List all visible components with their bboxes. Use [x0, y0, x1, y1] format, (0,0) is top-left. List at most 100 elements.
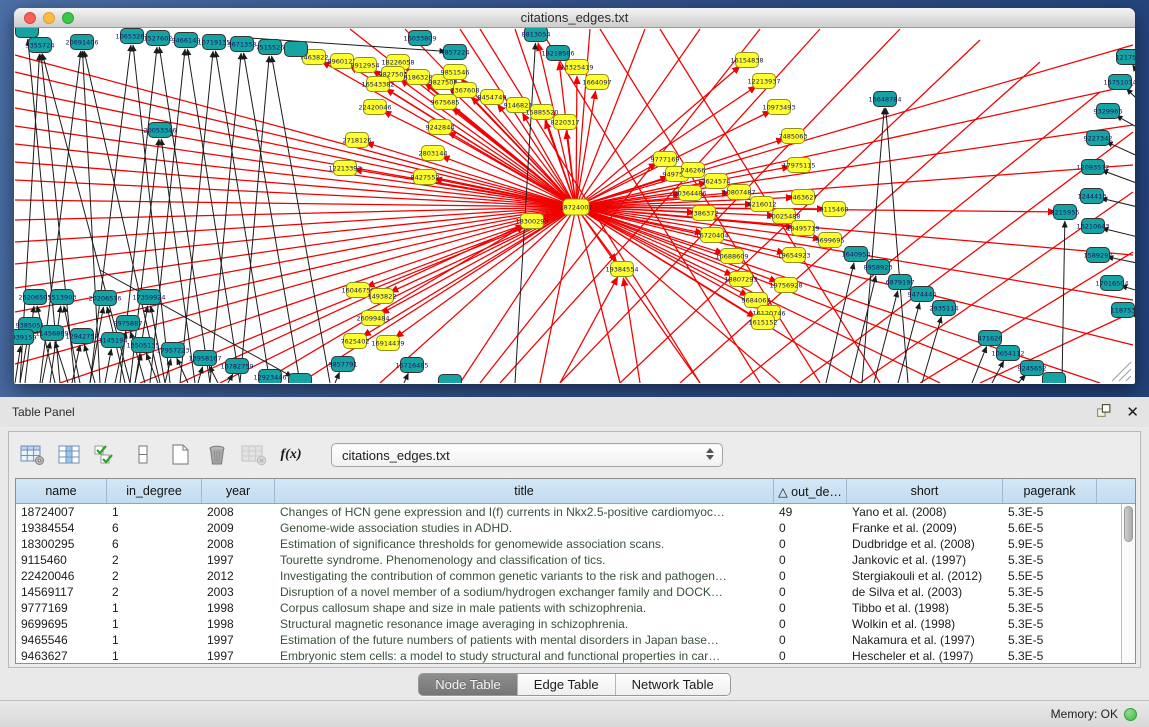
graph-node[interactable]: 16914479: [371, 336, 404, 351]
graph-node[interactable]: 9355724: [26, 38, 55, 53]
graph-node[interactable]: 8958923: [864, 260, 893, 275]
graph-node[interactable]: 10807487: [722, 185, 755, 200]
graph-node[interactable]: 7857224: [441, 45, 470, 60]
table-row[interactable]: 1938455462009Genome-wide association stu…: [16, 520, 1121, 536]
table-row[interactable]: 977716911998Corpus callosum shape and si…: [16, 600, 1121, 616]
black-edge[interactable]: [64, 306, 80, 383]
red-edge[interactable]: [395, 207, 576, 338]
graph-node[interactable]: 19654923: [777, 248, 810, 263]
column-header-title[interactable]: title: [275, 479, 774, 503]
red-edge[interactable]: [15, 207, 576, 220]
table-row[interactable]: 911546021997Tourette syndrome. Phenomeno…: [16, 552, 1121, 568]
graph-node[interactable]: 16210643: [1076, 219, 1109, 234]
black-edge[interactable]: [42, 342, 50, 383]
graph-node[interactable]: 1527602: [144, 31, 173, 46]
graph-node[interactable]: 9242844: [426, 120, 455, 135]
black-edge[interactable]: [55, 342, 68, 383]
graph-node[interactable]: 1615152: [749, 315, 778, 330]
column-header-pagerank[interactable]: pagerank: [1003, 479, 1097, 503]
black-edge[interactable]: [240, 56, 269, 383]
table-row[interactable]: 1872400712008Changes of HCN gene express…: [16, 504, 1121, 520]
graph-node[interactable]: 9227342: [1084, 131, 1113, 146]
black-edge[interactable]: [272, 56, 330, 383]
table-row[interactable]: 946554611997Estimation of the future num…: [16, 632, 1121, 648]
graph-node[interactable]: 17957223: [156, 343, 189, 358]
graph-node[interactable]: 9699695: [816, 233, 845, 248]
black-edge[interactable]: [826, 263, 854, 383]
black-edge[interactable]: [1062, 221, 1065, 383]
graph-node[interactable]: 8813054: [522, 28, 551, 42]
graph-node[interactable]: 9245652: [1018, 361, 1047, 376]
float-panel-button[interactable]: [1096, 403, 1112, 423]
red-edge[interactable]: [260, 226, 524, 383]
red-edge[interactable]: [15, 207, 576, 288]
graph-hub-node[interactable]: 18724007: [559, 199, 592, 215]
black-edge[interactable]: [215, 51, 270, 383]
network-canvas[interactable]: 1872400774638228960122891295418226058982…: [14, 28, 1135, 383]
graph-node[interactable]: [439, 375, 462, 384]
red-edge[interactable]: [560, 277, 618, 383]
graph-node[interactable]: [1043, 373, 1066, 384]
table-row[interactable]: 1456911722003Disruption of a novel membe…: [16, 584, 1121, 600]
graph-node[interactable]: 12213393: [328, 161, 361, 176]
graph-node[interactable]: 16648784: [868, 92, 901, 107]
close-panel-button[interactable]: ✕: [1126, 405, 1139, 421]
graph-node[interactable]: 8427552: [411, 170, 440, 185]
graph-node[interactable]: [289, 374, 312, 384]
column-header-year[interactable]: year: [202, 479, 275, 503]
graph-node[interactable]: 19756928: [769, 278, 802, 293]
graph-node[interactable]: [16, 28, 39, 38]
tab-network-table[interactable]: Network Table: [616, 674, 730, 695]
graph-node[interactable]: 1513903: [48, 290, 77, 305]
graph-node[interactable]: 6879197: [886, 275, 915, 290]
tab-node-table[interactable]: Node Table: [419, 674, 518, 695]
row-height-button[interactable]: [130, 443, 156, 467]
graph-node[interactable]: 9851546: [441, 65, 470, 80]
graph-node[interactable]: 8220317: [551, 115, 580, 130]
red-edge[interactable]: [576, 91, 596, 207]
graph-node[interactable]: [285, 42, 308, 57]
graph-node[interactable]: 9474444: [908, 287, 937, 302]
graph-node[interactable]: 8454749: [478, 90, 507, 105]
red-edge[interactable]: [576, 207, 1056, 212]
graph-node[interactable]: 7485063: [779, 129, 808, 144]
window-titlebar[interactable]: citations_edges.txt: [14, 8, 1135, 28]
graph-node[interactable]: 1493822: [368, 289, 397, 304]
graph-node[interactable]: 8939159: [14, 330, 36, 345]
graph-node[interactable]: 746266: [681, 163, 706, 178]
red-edge[interactable]: [15, 207, 576, 242]
table-options-button[interactable]: [19, 443, 45, 467]
black-edge[interactable]: [1106, 142, 1135, 158]
graph-node[interactable]: 9671358: [228, 37, 257, 52]
black-edge[interactable]: [335, 372, 340, 383]
black-edge[interactable]: [1101, 170, 1135, 185]
select-all-button[interactable]: [93, 443, 119, 467]
function-builder-button[interactable]: f(x): [278, 443, 304, 467]
graph-node[interactable]: 19218586: [541, 46, 574, 61]
graph-node[interactable]: 8215955: [1051, 205, 1080, 220]
graph-node[interactable]: 13325419: [560, 60, 593, 75]
graph-node[interactable]: 16154838: [730, 53, 763, 68]
graph-node[interactable]: 3624574: [702, 174, 731, 189]
column-header-name[interactable]: name: [16, 479, 107, 503]
graph-node[interactable]: 15716485: [395, 358, 428, 373]
graph-node[interactable]: 9777169: [651, 152, 680, 167]
black-edge[interactable]: [244, 53, 300, 383]
graph-node[interactable]: 1640954: [842, 247, 871, 262]
graph-node[interactable]: 2718126: [343, 133, 372, 148]
black-edge[interactable]: [37, 306, 55, 383]
graph-node[interactable]: 17359924: [132, 290, 165, 305]
graph-node[interactable]: 12923446: [253, 370, 286, 384]
graph-node[interactable]: 17975115: [782, 158, 815, 173]
graph-node[interactable]: 9675685: [431, 95, 460, 110]
black-edge[interactable]: [1126, 88, 1135, 104]
black-edge[interactable]: [1116, 115, 1135, 130]
black-edge[interactable]: [886, 108, 908, 383]
graph-node[interactable]: 1145194: [99, 333, 128, 348]
graph-node[interactable]: 10719135: [197, 35, 230, 50]
graph-node[interactable]: 12093572: [1076, 160, 1109, 175]
table-select[interactable]: citations_edges.txt: [331, 443, 723, 467]
graph-node[interactable]: 20691406: [65, 35, 98, 50]
graph-node[interactable]: 9329966: [1094, 104, 1123, 119]
graph-node[interactable]: 7386372: [690, 206, 719, 221]
